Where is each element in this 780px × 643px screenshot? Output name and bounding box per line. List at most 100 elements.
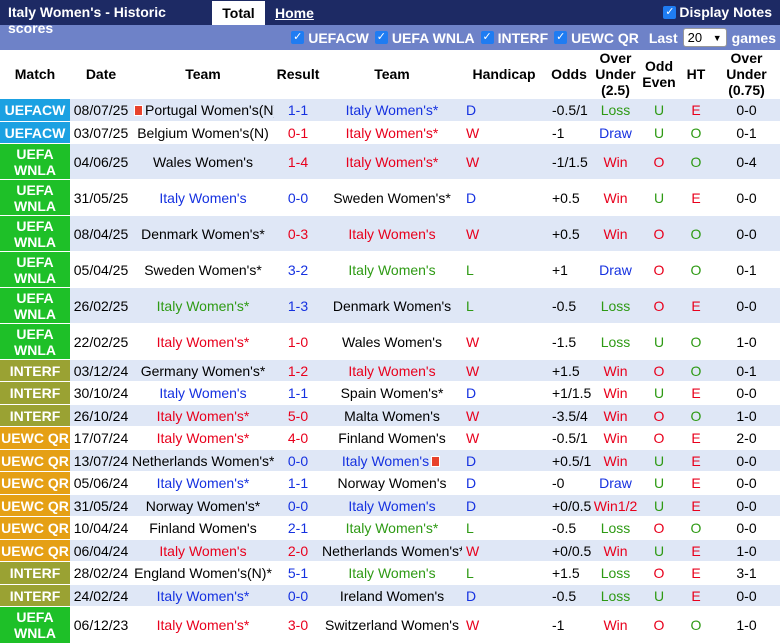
away-team[interactable]: Italy Women's* (322, 143, 462, 180)
table-row[interactable]: UEWC QR 13/07/24 Netherlands Women's* 0-0 It… (0, 449, 780, 472)
home-team[interactable]: Italy Women's (132, 539, 274, 562)
match-score[interactable]: 2-1 (274, 516, 322, 540)
tab-home[interactable]: Home (265, 0, 314, 25)
match-competition[interactable]: UEFA WNLA (0, 179, 70, 216)
match-competition[interactable]: INTERF (0, 584, 70, 607)
match-competition[interactable]: UEFA WNLA (0, 323, 70, 360)
home-team[interactable]: Netherlands Women's* (132, 449, 274, 472)
home-team[interactable]: Italy Women's* (132, 287, 274, 324)
match-competition[interactable]: UEFA WNLA (0, 287, 70, 324)
away-team[interactable]: Ireland Women's (322, 584, 462, 607)
match-score[interactable]: 0-0 (274, 494, 322, 517)
match-score[interactable]: 0-1 (274, 121, 322, 144)
match-competition[interactable]: UEFA WNLA (0, 251, 70, 288)
match-score[interactable]: 2-0 (274, 539, 322, 562)
table-row[interactable]: UEWC QR 10/04/24 Finland Women's 2-1 Italy W… (0, 516, 780, 540)
away-team[interactable]: Italy Women's* (322, 516, 462, 540)
filter-uefa-wnla[interactable]: ✓ UEFA WNLA (374, 30, 475, 46)
table-row[interactable]: UEWC QR 17/07/24 Italy Women's* 4-0 Finland … (0, 426, 780, 450)
home-team[interactable]: Italy Women's (132, 179, 274, 216)
away-team[interactable]: Malta Women's (322, 404, 462, 427)
away-team[interactable]: Italy Women's (322, 494, 462, 517)
home-team[interactable]: England Women's(N)* (132, 561, 274, 585)
match-competition[interactable]: INTERF (0, 404, 70, 427)
table-row[interactable]: UEWC QR 05/06/24 Italy Women's* 1-1 Norway W… (0, 471, 780, 495)
home-team[interactable]: Belgium Women's(N) (132, 121, 274, 144)
home-team[interactable]: Portugal Women's(N) (132, 98, 274, 122)
table-row[interactable]: UEFA WNLA 05/04/25 Sweden Women's* 3-2 Italy… (0, 251, 780, 288)
away-team[interactable]: Italy Women's* (322, 98, 462, 122)
table-row[interactable]: INTERF 30/10/24 Italy Women's 1-1 Spain Wome… (0, 381, 780, 405)
match-competition[interactable]: UEWC QR (0, 449, 70, 472)
checkbox-checked-icon[interactable]: ✓ (554, 31, 568, 44)
display-notes-toggle[interactable]: ✓ Display Notes (663, 4, 772, 20)
table-row[interactable]: UEFA WNLA 22/02/25 Italy Women's* 1-0 Wales … (0, 323, 780, 360)
match-competition[interactable]: UEWC QR (0, 516, 70, 540)
home-team[interactable]: Italy Women's* (132, 471, 274, 495)
match-competition[interactable]: UEFA WNLA (0, 606, 70, 643)
home-team[interactable]: Italy Women's* (132, 606, 274, 643)
home-team[interactable]: Italy Women's* (132, 584, 274, 607)
home-team[interactable]: Sweden Women's* (132, 251, 274, 288)
match-score[interactable]: 5-1 (274, 561, 322, 585)
match-score[interactable]: 0-0 (274, 179, 322, 216)
away-team[interactable]: Netherlands Women's* (322, 539, 462, 562)
filter-interf[interactable]: ✓ INTERF (480, 30, 548, 46)
match-score[interactable]: 1-0 (274, 323, 322, 360)
table-row[interactable]: UEFA WNLA 26/02/25 Italy Women's* 1-3 Denmar… (0, 287, 780, 324)
match-score[interactable]: 1-1 (274, 471, 322, 495)
match-competition[interactable]: UEWC QR (0, 494, 70, 517)
table-row[interactable]: UEFACW 08/07/25 Portugal Women's(N) 1-1 Ital… (0, 98, 780, 122)
match-competition[interactable]: UEFACW (0, 98, 70, 122)
away-team[interactable]: Italy Women's* (322, 121, 462, 144)
match-competition[interactable]: UEWC QR (0, 539, 70, 562)
match-score[interactable]: 1-1 (274, 381, 322, 405)
match-competition[interactable]: UEWC QR (0, 426, 70, 450)
checkbox-checked-icon[interactable]: ✓ (374, 31, 388, 44)
match-competition[interactable]: INTERF (0, 561, 70, 585)
match-score[interactable]: 0-0 (274, 449, 322, 472)
away-team[interactable]: Italy Women's (322, 215, 462, 252)
table-row[interactable]: INTERF 03/12/24 Germany Women's* 1-2 Italy W… (0, 359, 780, 382)
table-row[interactable]: UEFA WNLA 04/06/25 Wales Women's 1-4 Italy W… (0, 143, 780, 180)
match-competition[interactable]: UEFACW (0, 121, 70, 144)
table-row[interactable]: UEWC QR 06/04/24 Italy Women's 2-0 Netherlan… (0, 539, 780, 562)
away-team[interactable]: Finland Women's (322, 426, 462, 450)
match-competition[interactable]: UEFA WNLA (0, 215, 70, 252)
away-team[interactable]: Italy Women's (322, 251, 462, 288)
home-team[interactable]: Italy Women's (132, 381, 274, 405)
match-score[interactable]: 4-0 (274, 426, 322, 450)
filter-uefacw[interactable]: ✓ UEFACW (291, 30, 369, 46)
table-row[interactable]: UEFA WNLA 06/12/23 Italy Women's* 3-0 Switze… (0, 606, 780, 643)
match-score[interactable]: 0-3 (274, 215, 322, 252)
table-row[interactable]: UEFACW 03/07/25 Belgium Women's(N) 0-1 Italy… (0, 121, 780, 144)
home-team[interactable]: Italy Women's* (132, 323, 274, 360)
checkbox-checked-icon[interactable]: ✓ (663, 5, 677, 19)
match-score[interactable]: 1-3 (274, 287, 322, 324)
away-team[interactable]: Italy Women's (322, 561, 462, 585)
match-score[interactable]: 1-4 (274, 143, 322, 180)
table-row[interactable]: INTERF 28/02/24 England Women's(N)* 5-1 Ital… (0, 561, 780, 585)
home-team[interactable]: Germany Women's* (132, 359, 274, 382)
match-score[interactable]: 3-0 (274, 606, 322, 643)
games-count-select[interactable]: 20 ▼ (682, 28, 727, 47)
tab-total[interactable]: Total (212, 1, 265, 25)
match-score[interactable]: 3-2 (274, 251, 322, 288)
away-team[interactable]: Wales Women's (322, 323, 462, 360)
home-team[interactable]: Norway Women's* (132, 494, 274, 517)
table-row[interactable]: INTERF 24/02/24 Italy Women's* 0-0 Ireland W… (0, 584, 780, 607)
filter-uewc-qr[interactable]: ✓ UEWC QR (554, 30, 639, 46)
home-team[interactable]: Finland Women's (132, 516, 274, 540)
home-team[interactable]: Italy Women's* (132, 404, 274, 427)
match-competition[interactable]: INTERF (0, 381, 70, 405)
match-score[interactable]: 1-2 (274, 359, 322, 382)
away-team[interactable]: Spain Women's* (322, 381, 462, 405)
checkbox-checked-icon[interactable]: ✓ (480, 31, 494, 44)
home-team[interactable]: Italy Women's* (132, 426, 274, 450)
home-team[interactable]: Wales Women's (132, 143, 274, 180)
away-team[interactable]: Denmark Women's (322, 287, 462, 324)
away-team[interactable]: Norway Women's (322, 471, 462, 495)
table-row[interactable]: UEFA WNLA 31/05/25 Italy Women's 0-0 Sweden … (0, 179, 780, 216)
home-team[interactable]: Denmark Women's* (132, 215, 274, 252)
table-row[interactable]: INTERF 26/10/24 Italy Women's* 5-0 Malta Wom… (0, 404, 780, 427)
